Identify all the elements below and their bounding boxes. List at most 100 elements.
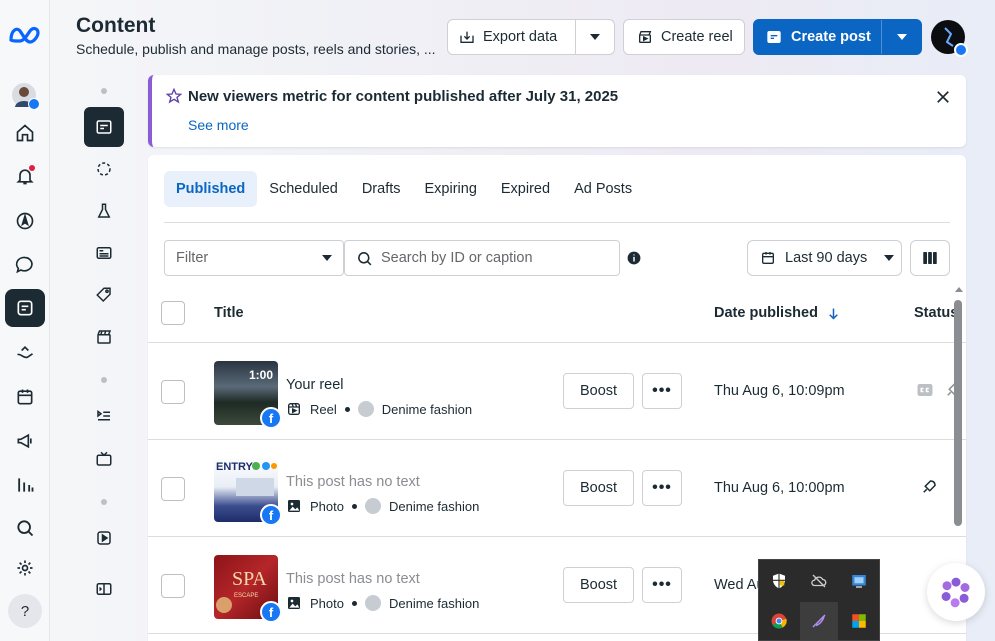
facebook-logo-icon: f (260, 407, 282, 429)
post-title[interactable]: Your reel (286, 377, 344, 393)
boost-button[interactable]: Boost (563, 567, 634, 603)
post-title[interactable]: This post has no text (286, 571, 420, 587)
page-profile-avatar[interactable] (931, 20, 968, 57)
tab-expired[interactable]: Expired (489, 171, 562, 207)
security-shield-icon[interactable] (767, 569, 791, 593)
select-all-checkbox[interactable] (161, 301, 185, 325)
column-title-header[interactable]: Title (214, 305, 244, 321)
subnav-tests-button[interactable] (84, 191, 124, 231)
subnav-playlist-button[interactable] (84, 396, 124, 436)
tab-drafts[interactable]: Drafts (350, 171, 413, 207)
boost-button[interactable]: Boost (563, 373, 634, 409)
reel-duration: 1:00 (248, 368, 273, 382)
info-icon[interactable] (627, 251, 641, 265)
display-app-icon[interactable] (847, 569, 871, 593)
settings-nav-button[interactable] (5, 549, 45, 587)
notifications-nav-button[interactable] (5, 157, 45, 195)
flask-icon (97, 203, 111, 218)
form-card-icon (96, 247, 112, 259)
subnav-stories-button[interactable] (84, 149, 124, 189)
create-post-dropdown[interactable] (882, 34, 921, 40)
export-data-button[interactable]: Export data (448, 20, 576, 54)
tab-published[interactable]: Published (164, 171, 258, 207)
system-tray-popup (758, 559, 880, 641)
notification-dot (29, 165, 35, 171)
column-settings-button[interactable] (910, 240, 950, 276)
subnav-posts-button[interactable] (84, 107, 124, 147)
export-options-dropdown[interactable] (576, 34, 614, 40)
monetization-nav-button[interactable] (5, 334, 45, 372)
more-options-button[interactable]: ••• (642, 373, 682, 409)
date-published: Thu Aug 6, 10:00pm (714, 480, 845, 496)
home-nav-button[interactable] (5, 114, 45, 152)
tv-icon (96, 451, 112, 466)
date-published-label: Date published (714, 305, 818, 321)
feather-pen-icon[interactable] (807, 609, 831, 633)
create-post-button[interactable]: Create post (754, 20, 882, 54)
see-more-link[interactable]: See more (188, 117, 249, 133)
subnav-divider-dot (101, 499, 107, 505)
table-row[interactable]: 1:00 f Your reel Reel Denime fashion Boo… (148, 343, 966, 440)
search-field[interactable] (344, 240, 620, 276)
download-tray-icon (460, 31, 474, 43)
chevron-down-icon (322, 255, 332, 261)
insights-nav-button[interactable] (5, 466, 45, 504)
ai-assistant-button[interactable] (927, 563, 985, 621)
tab-scheduled[interactable]: Scheduled (257, 171, 350, 207)
content-nav-button[interactable] (5, 289, 45, 327)
date-range-label: Last 90 days (785, 250, 868, 266)
page-avatar (364, 595, 381, 611)
column-date-published-header[interactable]: Date published (714, 305, 841, 321)
more-options-button[interactable]: ••• (642, 567, 682, 603)
cloud-off-icon[interactable] (807, 569, 831, 593)
facebook-badge-icon (954, 43, 968, 57)
scroll-up-arrow[interactable] (955, 287, 963, 292)
separator-dot (351, 503, 357, 509)
row-checkbox[interactable] (161, 477, 185, 501)
ads-nav-button[interactable] (5, 422, 45, 460)
boost-button[interactable]: Boost (563, 470, 634, 506)
rocket-icon (923, 480, 936, 493)
subnav-clips-button[interactable] (84, 317, 124, 357)
help-button[interactable]: ? (8, 594, 42, 628)
subnav-tags-button[interactable] (84, 275, 124, 315)
filter-dropdown[interactable]: Filter (164, 240, 344, 276)
search-nav-button[interactable] (5, 509, 45, 547)
more-options-button[interactable]: ••• (642, 470, 682, 506)
chrome-icon[interactable] (767, 609, 791, 633)
planner-nav-button[interactable] (5, 378, 45, 416)
meta-logo-icon[interactable] (8, 24, 42, 46)
date-published: Thu Aug 6, 10:09pm (714, 383, 845, 399)
date-range-picker[interactable]: Last 90 days (747, 240, 902, 276)
reel-icon (288, 403, 300, 415)
post-type: Photo (310, 498, 344, 514)
explore-nav-button[interactable] (5, 202, 45, 240)
table-row[interactable]: ENTRY f This post has no text Photo Deni… (148, 440, 966, 537)
filter-placeholder: Filter (176, 250, 209, 266)
row-checkbox[interactable] (161, 380, 185, 404)
account-avatar[interactable] (12, 83, 40, 110)
subnav-tv-button[interactable] (84, 439, 124, 479)
tab-expiring[interactable]: Expiring (413, 171, 489, 207)
banner-title: New viewers metric for content published… (188, 88, 619, 105)
svg-text:SPA: SPA (232, 568, 267, 590)
calendar-icon (762, 252, 774, 264)
row-checkbox[interactable] (161, 574, 185, 598)
post-title[interactable]: This post has no text (286, 474, 420, 490)
tab-ad-posts[interactable]: Ad Posts (562, 171, 644, 207)
compass-icon (16, 212, 34, 230)
star-icon (166, 88, 182, 104)
facebook-logo-icon: f (260, 601, 282, 623)
page-name: Denime fashion (388, 595, 480, 611)
create-reel-button[interactable]: Create reel (623, 19, 745, 55)
page-avatar (357, 401, 374, 417)
colorful-app-icon[interactable] (847, 609, 871, 633)
subnav-collapse-button[interactable] (84, 569, 124, 609)
search-input[interactable] (381, 250, 601, 266)
table-scrollbar[interactable] (954, 300, 962, 526)
subnav-video-button[interactable] (84, 518, 124, 558)
subnav-forms-button[interactable] (84, 233, 124, 273)
create-post-button-group: Create post (753, 19, 922, 55)
inbox-nav-button[interactable] (5, 246, 45, 284)
close-icon[interactable] (934, 88, 952, 106)
